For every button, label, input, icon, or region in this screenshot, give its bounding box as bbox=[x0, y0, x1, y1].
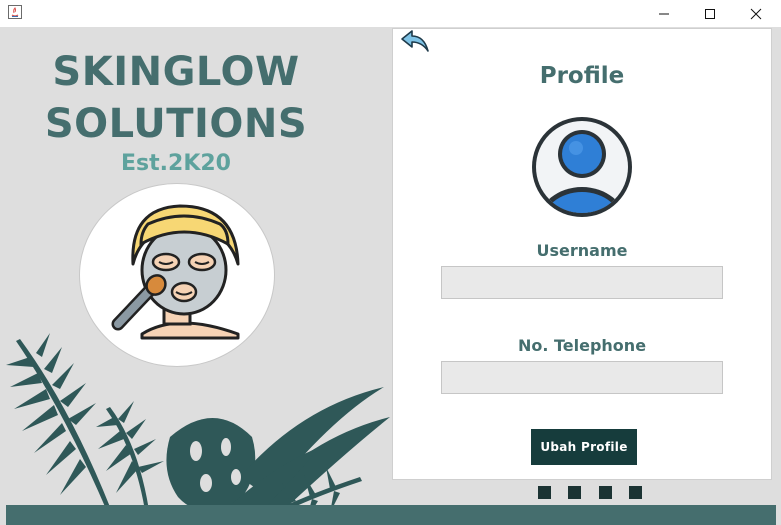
minimize-button[interactable] bbox=[641, 0, 687, 27]
page-title: Profile bbox=[539, 63, 625, 89]
window-content: SKINGLOW SOLUTIONS Est.2K20 Profile User… bbox=[0, 27, 781, 525]
decorative-square bbox=[538, 486, 551, 499]
brand-title-line-2: SOLUTIONS bbox=[44, 101, 308, 147]
close-button[interactable] bbox=[733, 0, 779, 27]
back-arrow-icon[interactable] bbox=[398, 29, 432, 55]
decorative-square bbox=[599, 486, 612, 499]
decorative-leaves bbox=[6, 333, 390, 525]
telephone-field[interactable] bbox=[441, 361, 723, 394]
username-field[interactable] bbox=[441, 266, 723, 299]
brand-established: Est.2K20 bbox=[121, 151, 231, 176]
update-profile-button[interactable]: Ubah Profile bbox=[531, 429, 637, 465]
decorative-square bbox=[568, 486, 581, 499]
user-avatar-icon bbox=[530, 111, 634, 223]
maximize-button[interactable] bbox=[687, 0, 733, 27]
decorative-square bbox=[629, 486, 642, 499]
username-label: Username bbox=[536, 241, 628, 260]
telephone-label: No. Telephone bbox=[517, 336, 647, 355]
java-icon bbox=[7, 4, 23, 20]
title-bar bbox=[0, 0, 781, 27]
brand-title-line-1: SKINGLOW bbox=[52, 49, 300, 95]
bottom-bar bbox=[6, 505, 776, 525]
